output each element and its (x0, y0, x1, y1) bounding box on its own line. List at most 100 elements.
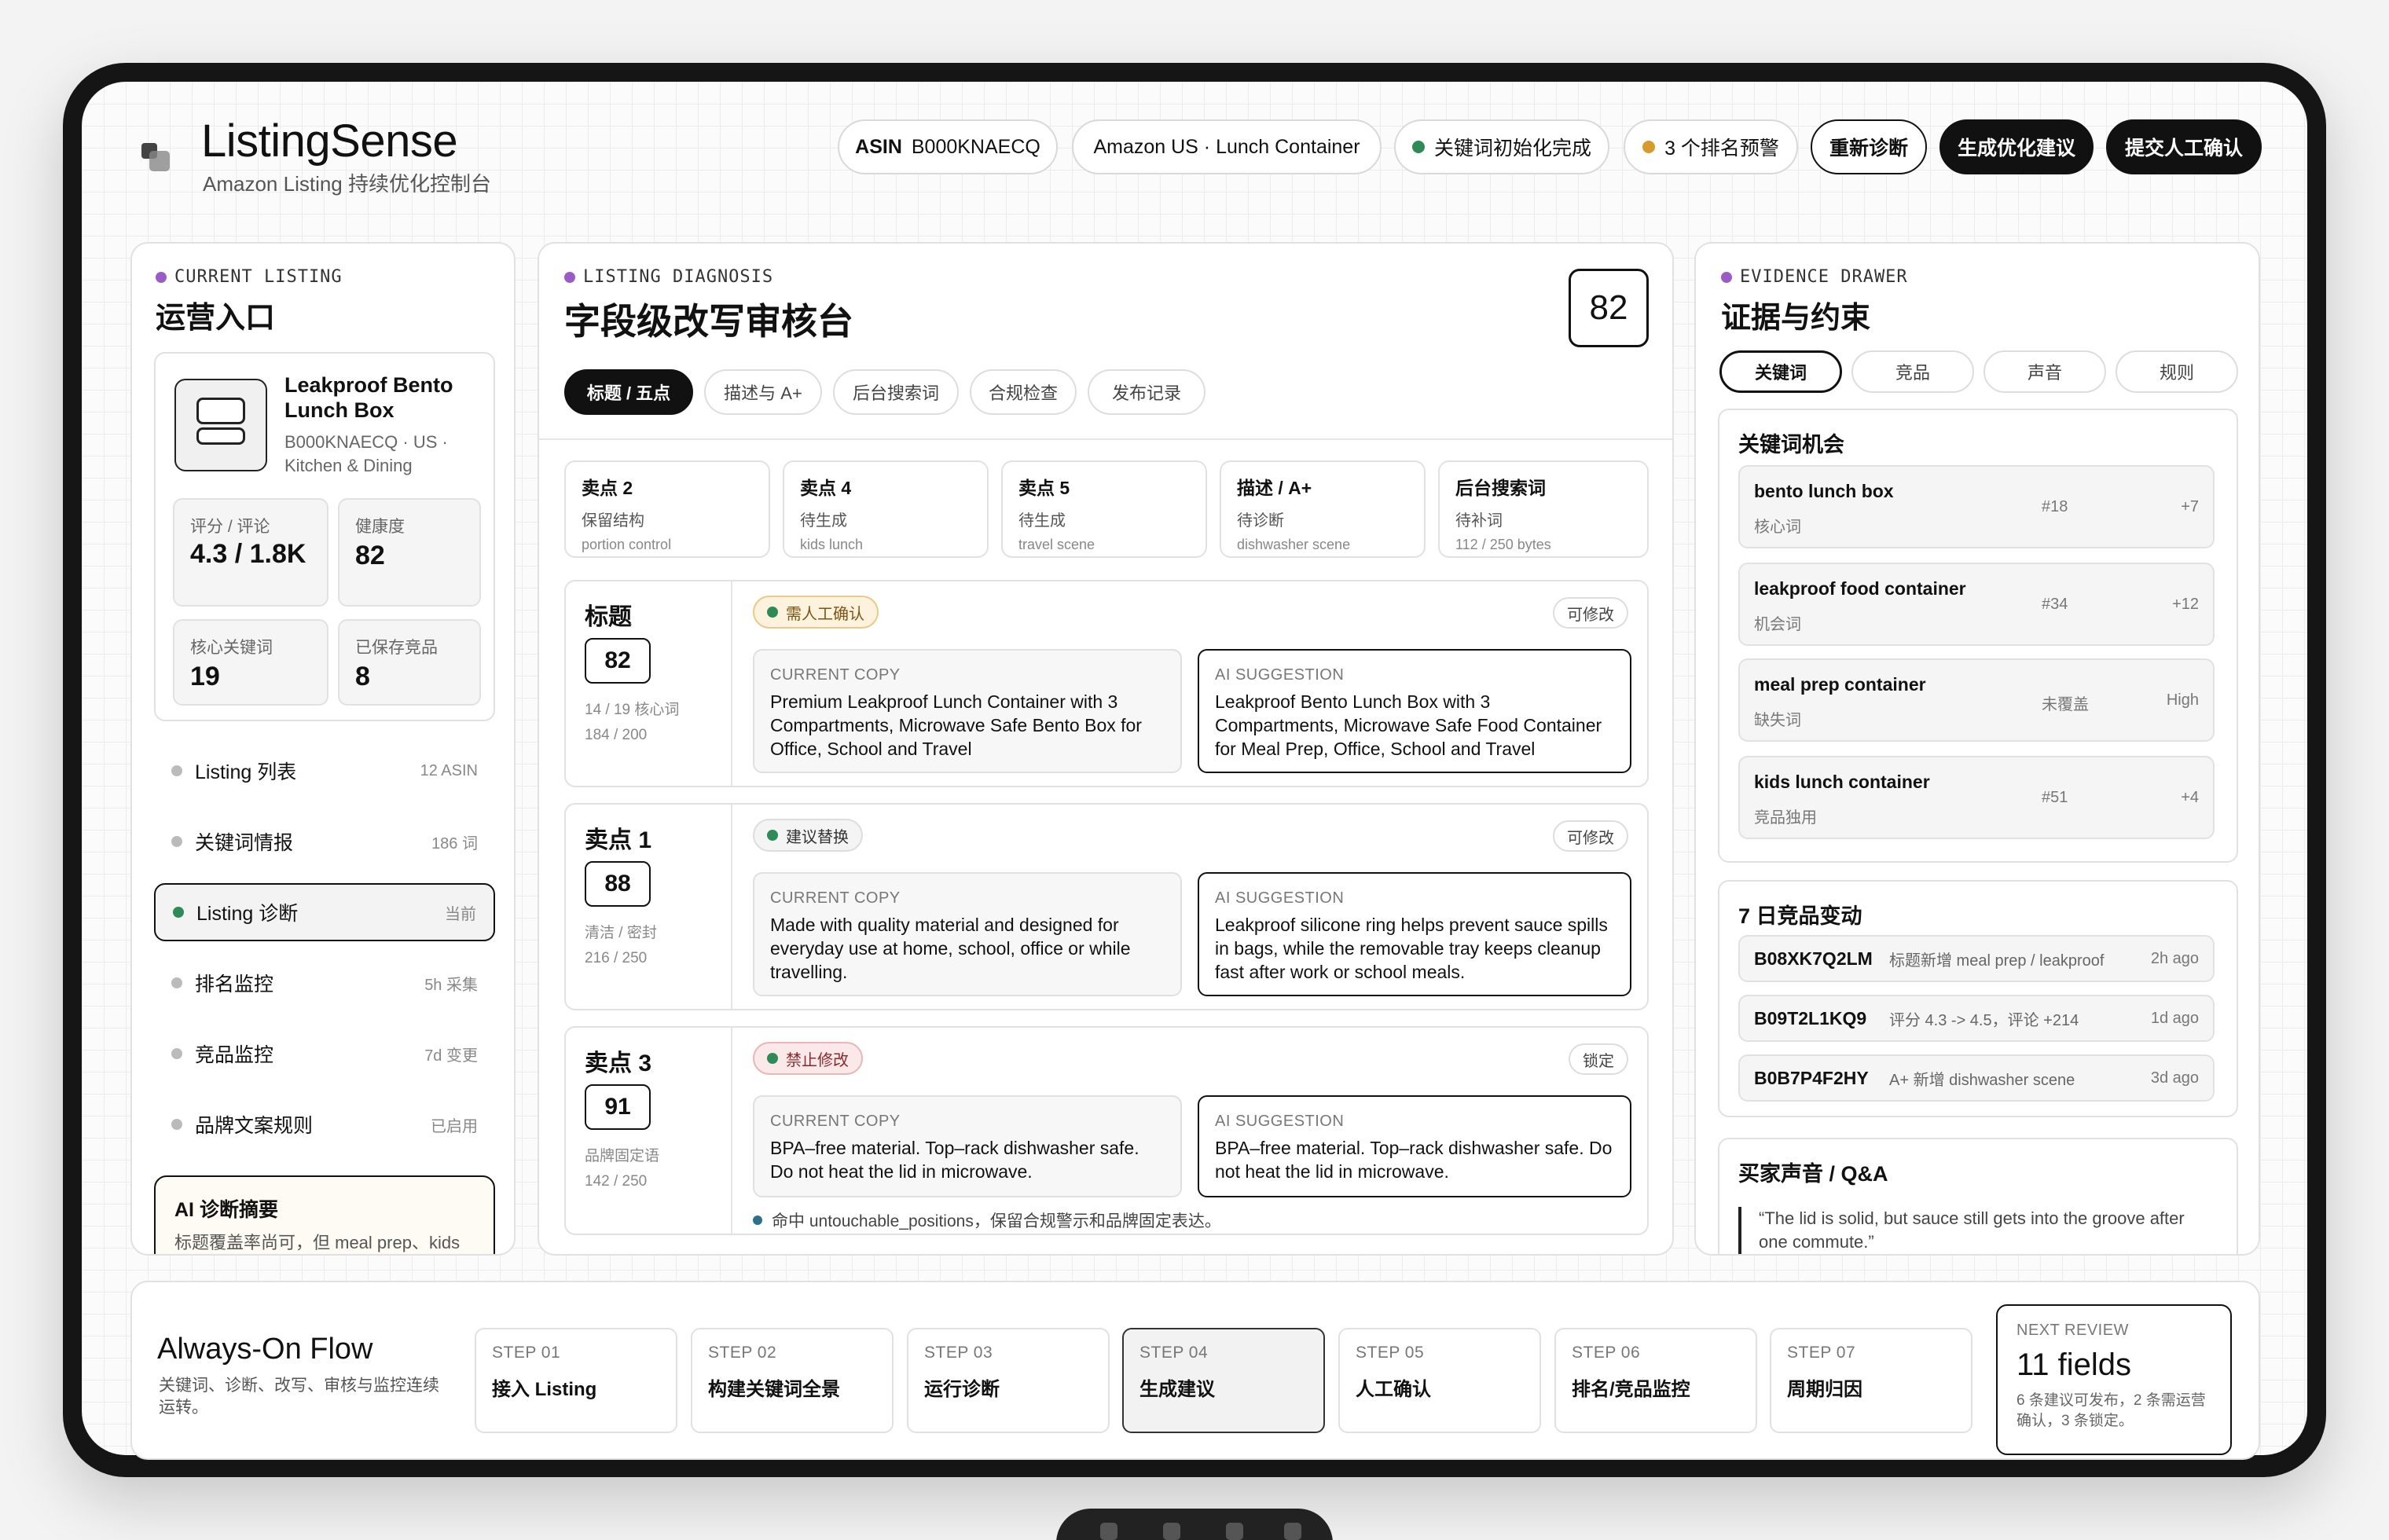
flow-step-01[interactable]: STEP 01 接入 Listing (475, 1328, 677, 1433)
field-card-evidence: portion control (582, 537, 672, 552)
compliance-note: 命中 untouchable_positions，保留合规警示和品牌固定表达。 (753, 1208, 1221, 1232)
flow-step-03[interactable]: STEP 03 运行诊断 (907, 1328, 1110, 1433)
field-card[interactable]: 描述 / A+ 待诊断 dishwasher scene (1220, 460, 1426, 558)
center-kicker-text: LISTING DIAGNOSIS (583, 267, 774, 287)
step-title: 排名/竞品监控 (1572, 1379, 1690, 1400)
field-card[interactable]: 卖点 4 待生成 kids lunch (783, 460, 989, 558)
keyword-rank: #18 (2042, 498, 2068, 515)
nav-rank-monitor[interactable]: 排名监控 5h 采集 (154, 954, 495, 1012)
copy-label: AI SUGGESTION (1215, 1113, 1345, 1130)
nav-count: 已启用 (431, 1117, 478, 1135)
product-card[interactable]: Leakproof Bento Lunch Box B000KNAECQ · U… (154, 352, 495, 721)
nav-count: 186 词 (431, 834, 478, 852)
asin-chip[interactable]: ASIN B000KNAECQ (838, 119, 1058, 174)
nav-keyword-intel[interactable]: 关键词情报 186 词 (154, 812, 495, 871)
keyword-status-chip[interactable]: 关键词初始化完成 (1394, 119, 1609, 174)
ai-suggestion[interactable]: AI SUGGESTION Leakproof Bento Lunch Box w… (1198, 649, 1631, 773)
tab-voice[interactable]: 声音 (1983, 350, 2106, 393)
field-card[interactable]: 卖点 2 保留结构 portion control (564, 460, 770, 558)
tab-competitors[interactable]: 竞品 (1851, 350, 1974, 393)
copy-label: AI SUGGESTION (1215, 889, 1345, 907)
keyword-rank: #34 (2042, 596, 2068, 613)
field-meta-1: 14 / 19 核心词 (585, 702, 680, 718)
rank-alert-chip[interactable]: 3 个排名预警 (1624, 119, 1798, 174)
ai-suggestion[interactable]: AI SUGGESTION Leakproof silicone ring hel… (1198, 872, 1631, 996)
tab-description-aplus[interactable]: 描述与 A+ (704, 369, 822, 415)
step-title: 运行诊断 (924, 1379, 1000, 1400)
dock-icon-d[interactable] (1284, 1523, 1301, 1540)
field-card-evidence: kids lunch (800, 537, 864, 552)
dock-icon-b[interactable] (1163, 1523, 1180, 1540)
rediagnose-button[interactable]: 重新诊断 (1811, 119, 1927, 174)
ai-suggestion[interactable]: AI SUGGESTION BPA–free material. Top–rack… (1198, 1095, 1631, 1197)
competitor-time: 2h ago (2150, 949, 2199, 967)
buyer-voice-card: 买家声音 / Q&A “The lid is solid, but sauce … (1718, 1138, 2238, 1254)
center-title: 字段级改写审核台 (564, 301, 853, 342)
step-number: STEP 06 (1572, 1344, 1641, 1362)
nav-count: 当前 (445, 905, 476, 923)
field-card-title: 卖点 4 (800, 478, 852, 498)
generate-suggestions-button[interactable]: 生成优化建议 (1939, 119, 2094, 174)
lock-toggle[interactable]: 锁定 (1569, 1043, 1628, 1075)
field-card[interactable]: 后台搜索词 待补词 112 / 250 bytes (1438, 460, 1649, 558)
nav-brand-rules[interactable]: 品牌文案规则 已启用 (154, 1095, 495, 1153)
tab-backend-keywords[interactable]: 后台搜索词 (833, 369, 959, 415)
submit-review-button[interactable]: 提交人工确认 (2106, 119, 2262, 174)
nav-label: Listing 列表 (195, 761, 297, 783)
nav-dot (171, 765, 182, 776)
tab-keywords[interactable]: 关键词 (1719, 350, 1842, 393)
nav-count: 5h 采集 (424, 976, 478, 994)
ai-suggestion-text: BPA–free material. Top–rack dishwasher s… (1215, 1138, 1613, 1182)
current-copy: CURRENT COPY Premium Leakproof Lunch Cont… (753, 649, 1182, 773)
keyword-row[interactable]: bento lunch box 核心词 #18 +7 (1738, 465, 2215, 548)
field-row-bullet3: 卖点 3 91 品牌固定语 142 / 250 禁止修改 锁定 CURRENT C… (564, 1026, 1649, 1235)
flow-step-02[interactable]: STEP 02 构建关键词全景 (691, 1328, 894, 1433)
product-thumbnail-icon (174, 379, 267, 471)
keyword-row[interactable]: leakproof food container 机会词 #34 +12 (1738, 563, 2215, 646)
nav-competitor-monitor[interactable]: 竞品监控 7d 变更 (154, 1025, 495, 1083)
field-card-evidence: dishwasher scene (1237, 537, 1351, 552)
field-card-title: 后台搜索词 (1455, 478, 1546, 498)
marketplace-chip[interactable]: Amazon US · Lunch Container (1072, 119, 1382, 174)
field-card-title: 卖点 2 (582, 478, 633, 498)
flow-step-05[interactable]: STEP 05 人工确认 (1338, 1328, 1541, 1433)
field-card-status: 待生成 (1018, 512, 1066, 530)
badge-dot (767, 607, 778, 618)
competitor-row[interactable]: B09T2L1KQ9 评分 4.3 -> 4.5，评论 +214 1d ago (1738, 995, 2215, 1042)
nav-listing-list[interactable]: Listing 列表 12 ASIN (154, 742, 495, 800)
note-dot (753, 1216, 762, 1225)
tab-rules[interactable]: 规则 (2116, 350, 2238, 393)
right-kicker: EVIDENCE DRAWER (1721, 267, 1908, 287)
dock-icon-a[interactable] (1100, 1523, 1117, 1540)
tab-compliance[interactable]: 合规检查 (970, 369, 1077, 415)
field-card[interactable]: 卖点 5 待生成 travel scene (1001, 460, 1207, 558)
keyword-row[interactable]: meal prep container 缺失词 未覆盖 High (1738, 658, 2215, 742)
flow-step-04[interactable]: STEP 04 生成建议 (1122, 1328, 1325, 1433)
nav-label: 竞品监控 (195, 1044, 274, 1066)
status-badge: 需人工确认 (753, 596, 879, 629)
stat-saved-competitors: 已保存竞品 8 (338, 619, 481, 706)
tab-publish-log[interactable]: 发布记录 (1088, 369, 1206, 415)
competitor-row[interactable]: B08XK7Q2LM 标题新增 meal prep / leakproof 2h a… (1738, 935, 2215, 982)
nav-listing-diagnosis[interactable]: Listing 诊断 当前 (154, 883, 495, 941)
editable-toggle[interactable]: 可修改 (1553, 597, 1628, 629)
ai-summary-text: 标题覆盖率尚可，但 meal prep、kids (174, 1233, 461, 1252)
status-badge-label: 需人工确认 (786, 605, 864, 623)
flow-description: 关键词、诊断、改写、审核与监控连续运转。 (159, 1377, 439, 1417)
left-kicker: CURRENT LISTING (156, 267, 343, 287)
diagnosis-panel: LISTING DIAGNOSIS 字段级改写审核台 82 标题 / 五点 描述… (538, 242, 1674, 1256)
stat-label: 已保存竞品 (355, 639, 438, 657)
dock-icon-c[interactable] (1226, 1523, 1243, 1540)
editable-toggle[interactable]: 可修改 (1553, 820, 1628, 852)
flow-step-07[interactable]: STEP 07 周期归因 (1770, 1328, 1972, 1433)
compliance-note-text: 命中 untouchable_positions，保留合规警示和品牌固定表达。 (772, 1212, 1221, 1230)
tab-title-bullets[interactable]: 标题 / 五点 (564, 369, 693, 415)
flow-step-06[interactable]: STEP 06 排名/竞品监控 (1554, 1328, 1757, 1433)
nav-count: 7d 变更 (424, 1047, 478, 1065)
field-meta-2: 216 / 250 (585, 950, 648, 966)
next-review-card[interactable]: NEXT REVIEW 11 fields 6 条建议可发布，2 条需运营确认，… (1996, 1304, 2232, 1455)
keyword-row[interactable]: kids lunch container 竞品独用 #51 +4 (1738, 756, 2215, 839)
competitor-row[interactable]: B0B7P4F2HY A+ 新增 dishwasher scene 3d ago (1738, 1054, 2215, 1102)
copy-label: CURRENT COPY (770, 666, 901, 684)
stat-label: 核心关键词 (190, 639, 273, 657)
